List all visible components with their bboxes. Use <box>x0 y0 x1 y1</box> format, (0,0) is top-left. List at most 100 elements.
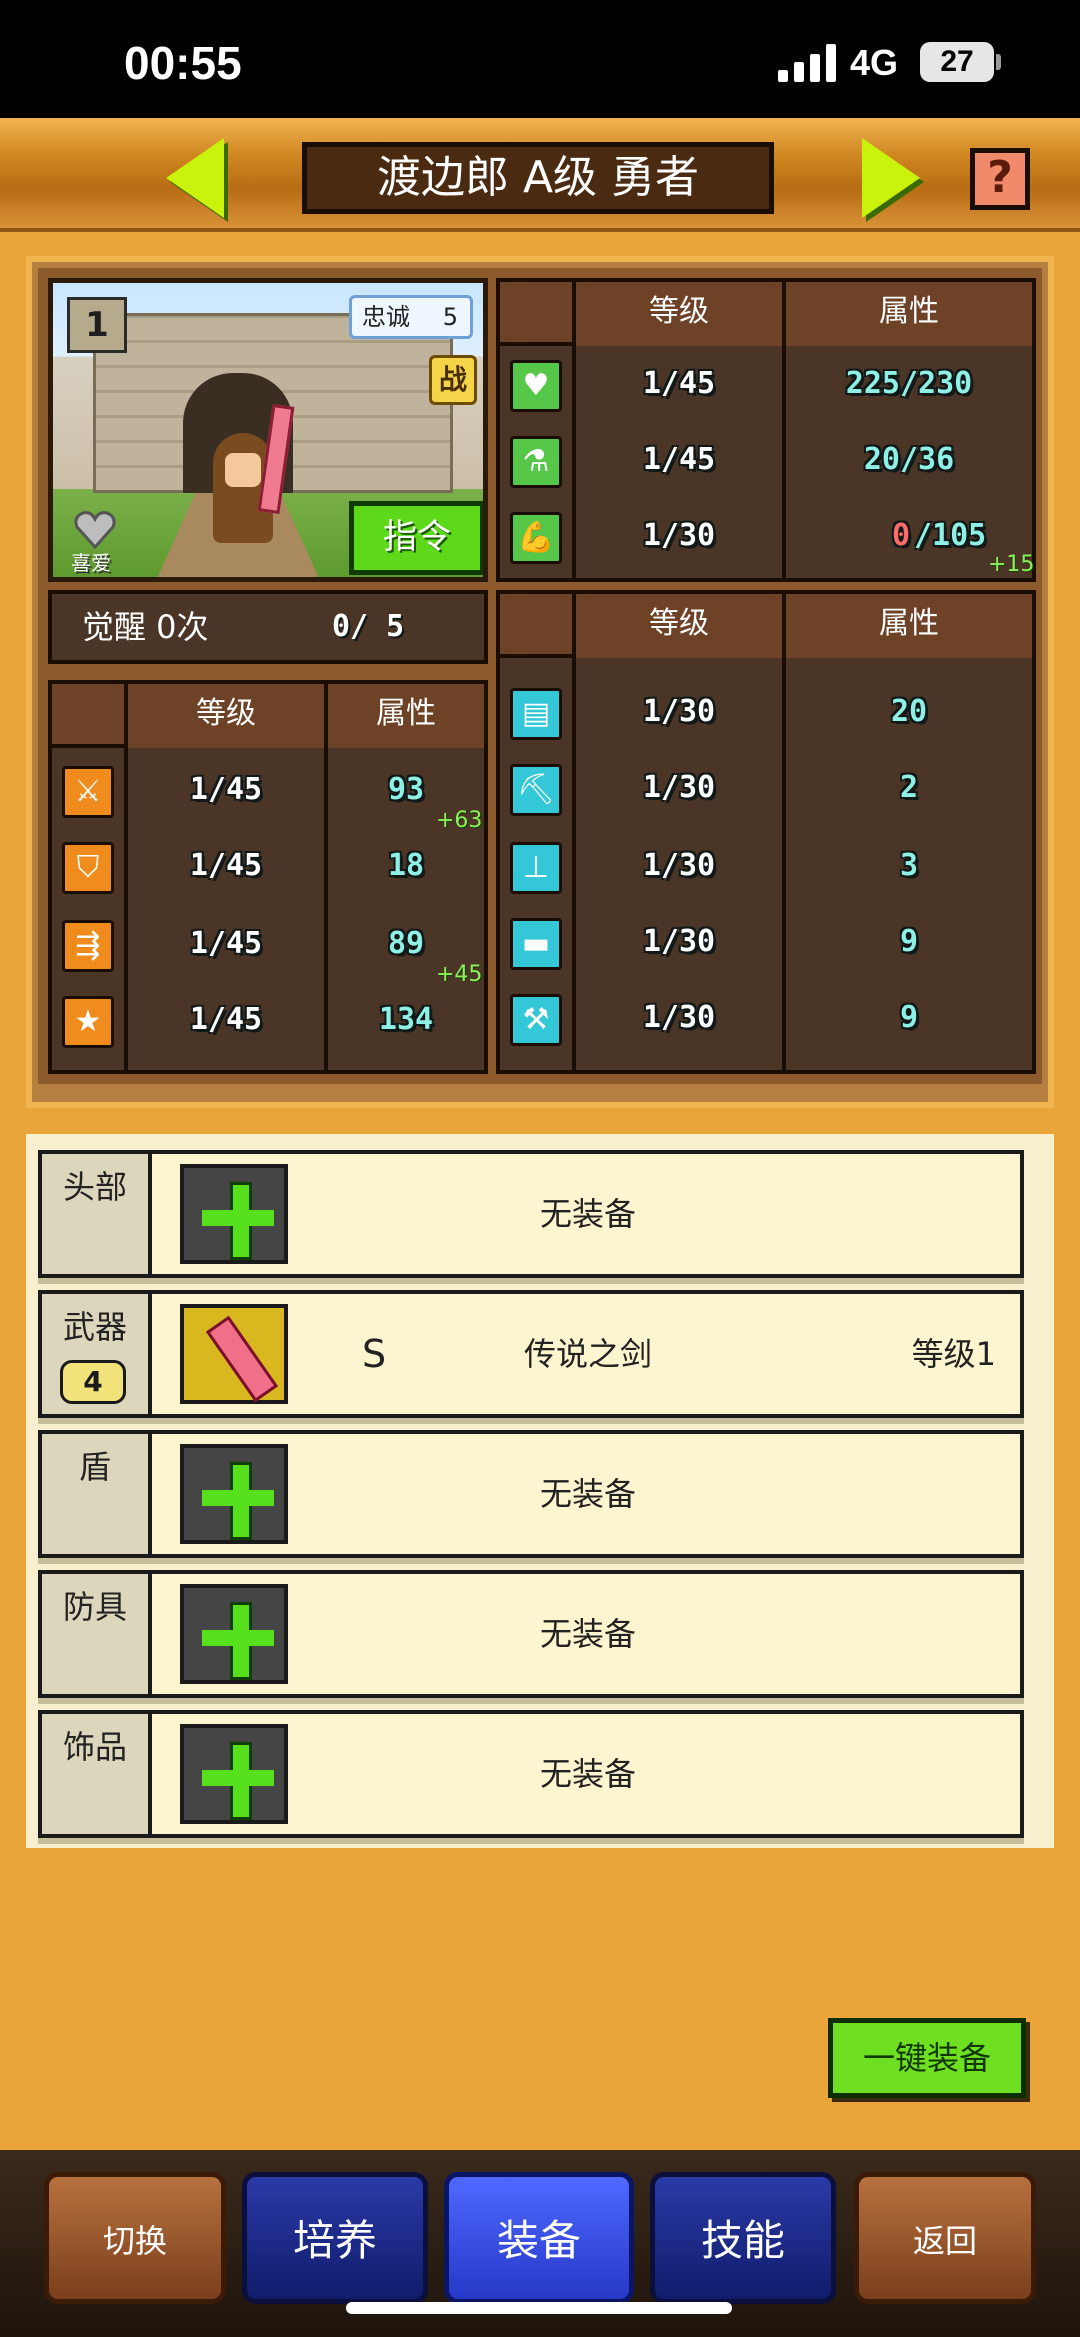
skill-1-level: 1/30 <box>642 694 716 729</box>
muscle-icon: 💪 <box>510 512 562 564</box>
luck-level: 1/45 <box>189 1002 263 1037</box>
mp-level: 1/45 <box>642 442 716 477</box>
weapon-count-badge: 4 <box>60 1360 126 1404</box>
prev-hero-arrow-icon[interactable] <box>166 138 224 218</box>
level-badge: 1 <box>67 297 127 353</box>
equip-slot-head[interactable]: 头部 无装备 <box>38 1150 1024 1278</box>
vital-stats-table: 等级 属性 ♥ 1/45 225/230 ⚗ 1/45 20/36 💪 1/30… <box>496 278 1036 582</box>
slot-label: 盾 <box>42 1434 152 1554</box>
battery-nub <box>996 54 1001 70</box>
loyalty-value: 5 <box>442 303 458 331</box>
weapon-name: 传说之剑 <box>523 1335 652 1373</box>
home-indicator[interactable] <box>346 2302 732 2314</box>
equip-slot-shield[interactable]: 盾 无装备 <box>38 1430 1024 1558</box>
status-time: 00:55 <box>124 37 242 89</box>
add-equipment-plus-icon[interactable] <box>180 1444 288 1544</box>
awaken-count: 0/ 5 <box>332 609 405 644</box>
stamina-max: /105 <box>914 518 987 553</box>
status-bar: 00:55 4G 27 <box>0 0 1080 118</box>
command-button[interactable]: 指令 <box>349 501 483 575</box>
shovel-icon: ⊥ <box>510 842 562 894</box>
heart-icon: ♥ <box>510 360 562 412</box>
favorite-heart-icon[interactable] <box>73 509 117 549</box>
network-type: 4G <box>850 42 899 83</box>
hp-level: 1/45 <box>642 366 716 401</box>
switch-button[interactable]: 切换 <box>44 2172 226 2304</box>
hp-value: 225/230 <box>845 366 973 401</box>
weapon-level: 等级1 <box>911 1335 996 1373</box>
tab-train[interactable]: 培养 <box>242 2172 428 2304</box>
equipment-panel: 头部 无装备 武器 4 S 传说之剑 等级1 盾 无装备 防具 无装备 饰品 无… <box>26 1134 1054 1848</box>
potion-icon: ⚗ <box>510 436 562 488</box>
slot-label: 饰品 <box>42 1714 152 1834</box>
loyalty-label: 忠诚 <box>362 303 410 331</box>
sword-icon: ⚔ <box>62 766 114 818</box>
tab-equip[interactable]: 装备 <box>444 2172 634 2304</box>
shield-icon: ⛉ <box>62 842 114 894</box>
awaken-label: 觉醒 0次 <box>82 608 209 646</box>
attack-level: 1/45 <box>189 772 263 807</box>
slot-label: 头部 <box>42 1154 152 1274</box>
speed-arrows-icon: ⇶ <box>62 920 114 972</box>
skill-4-value: 9 <box>899 924 919 959</box>
column-header-attribute: 属性 <box>328 684 484 748</box>
add-equipment-plus-icon[interactable] <box>180 1584 288 1684</box>
skill-5-value: 9 <box>899 1000 919 1035</box>
slot-label: 防具 <box>42 1574 152 1694</box>
skill-stats-table: 等级 属性 ▤ 1/30 20 ⛏ 1/30 2 ⊥ 1/30 3 ▬ 1/30… <box>496 590 1036 1074</box>
skill-5-level: 1/30 <box>642 1000 716 1035</box>
empty-slot-text: 无装备 <box>539 1615 636 1653</box>
star-icon: ★ <box>62 996 114 1048</box>
next-hero-arrow-icon[interactable] <box>862 138 920 218</box>
loyalty-badge: 忠诚 5 <box>349 295 473 339</box>
hero-portrait: 1 忠诚 5 战 喜爱 指令 <box>48 278 488 582</box>
attack-value: 93 <box>387 772 425 807</box>
speed-value: 89 <box>387 926 425 961</box>
hero-face <box>225 453 261 487</box>
empty-slot-text: 无装备 <box>539 1475 636 1513</box>
column-header-level: 等级 <box>128 684 324 748</box>
battle-icon: 战 <box>429 355 477 405</box>
skill-3-level: 1/30 <box>642 848 716 883</box>
mp-value: 20/36 <box>863 442 955 477</box>
hammer-icon: ⚒ <box>510 994 562 1046</box>
book-icon: ▤ <box>510 688 562 740</box>
skill-3-value: 3 <box>899 848 919 883</box>
help-button[interactable]: ? <box>970 148 1030 210</box>
stamina-level: 1/30 <box>642 518 716 553</box>
skill-2-level: 1/30 <box>642 770 716 805</box>
speed-bonus: +45 <box>436 962 483 987</box>
defense-value: 18 <box>387 848 425 883</box>
skill-1-value: 20 <box>890 694 928 729</box>
equip-slot-weapon[interactable]: 武器 4 S 传说之剑 等级1 <box>38 1290 1024 1418</box>
column-header-attribute: 属性 <box>786 282 1032 346</box>
skill-4-level: 1/30 <box>642 924 716 959</box>
empty-slot-text: 无装备 <box>539 1195 636 1233</box>
hero-info-frame: 1 忠诚 5 战 喜爱 指令 等级 属性 ♥ 1/45 225/230 ⚗ 1/… <box>26 256 1054 1108</box>
equip-slot-armor[interactable]: 防具 无装备 <box>38 1570 1024 1698</box>
legendary-sword-icon[interactable] <box>180 1304 288 1404</box>
battery-icon: 27 <box>920 42 994 82</box>
favorite-label: 喜爱 <box>71 551 111 575</box>
column-header-level: 等级 <box>576 594 782 658</box>
add-equipment-plus-icon[interactable] <box>180 1164 288 1264</box>
column-header-level: 等级 <box>576 282 782 346</box>
luck-value: 134 <box>378 1002 434 1037</box>
hero-info-inner: 1 忠诚 5 战 喜爱 指令 等级 属性 ♥ 1/45 225/230 ⚗ 1/… <box>38 268 1042 1084</box>
combat-stats-table: 等级 属性 ⚔ 1/45 93 +63 ⛉ 1/45 18 ⇶ 1/45 89 … <box>48 680 488 1074</box>
tab-skills[interactable]: 技能 <box>650 2172 836 2304</box>
hero-name: 渡边郎 A级 勇者 <box>302 142 774 214</box>
pickaxe-icon: ⛏ <box>510 764 562 816</box>
add-equipment-plus-icon[interactable] <box>180 1724 288 1824</box>
awaken-bar: 觉醒 0次 0/ 5 <box>48 590 488 664</box>
skill-2-value: 2 <box>899 770 919 805</box>
equip-slot-accessory[interactable]: 饰品 无装备 <box>38 1710 1024 1838</box>
empty-slot-text: 无装备 <box>539 1755 636 1793</box>
back-button[interactable]: 返回 <box>854 2172 1036 2304</box>
speed-level: 1/45 <box>189 926 263 961</box>
attack-bonus: +63 <box>436 808 483 833</box>
anvil-icon: ▬ <box>510 918 562 970</box>
signal-icon <box>778 44 836 82</box>
column-header-attribute: 属性 <box>786 594 1032 658</box>
auto-equip-button[interactable]: 一键装备 <box>828 2018 1026 2098</box>
